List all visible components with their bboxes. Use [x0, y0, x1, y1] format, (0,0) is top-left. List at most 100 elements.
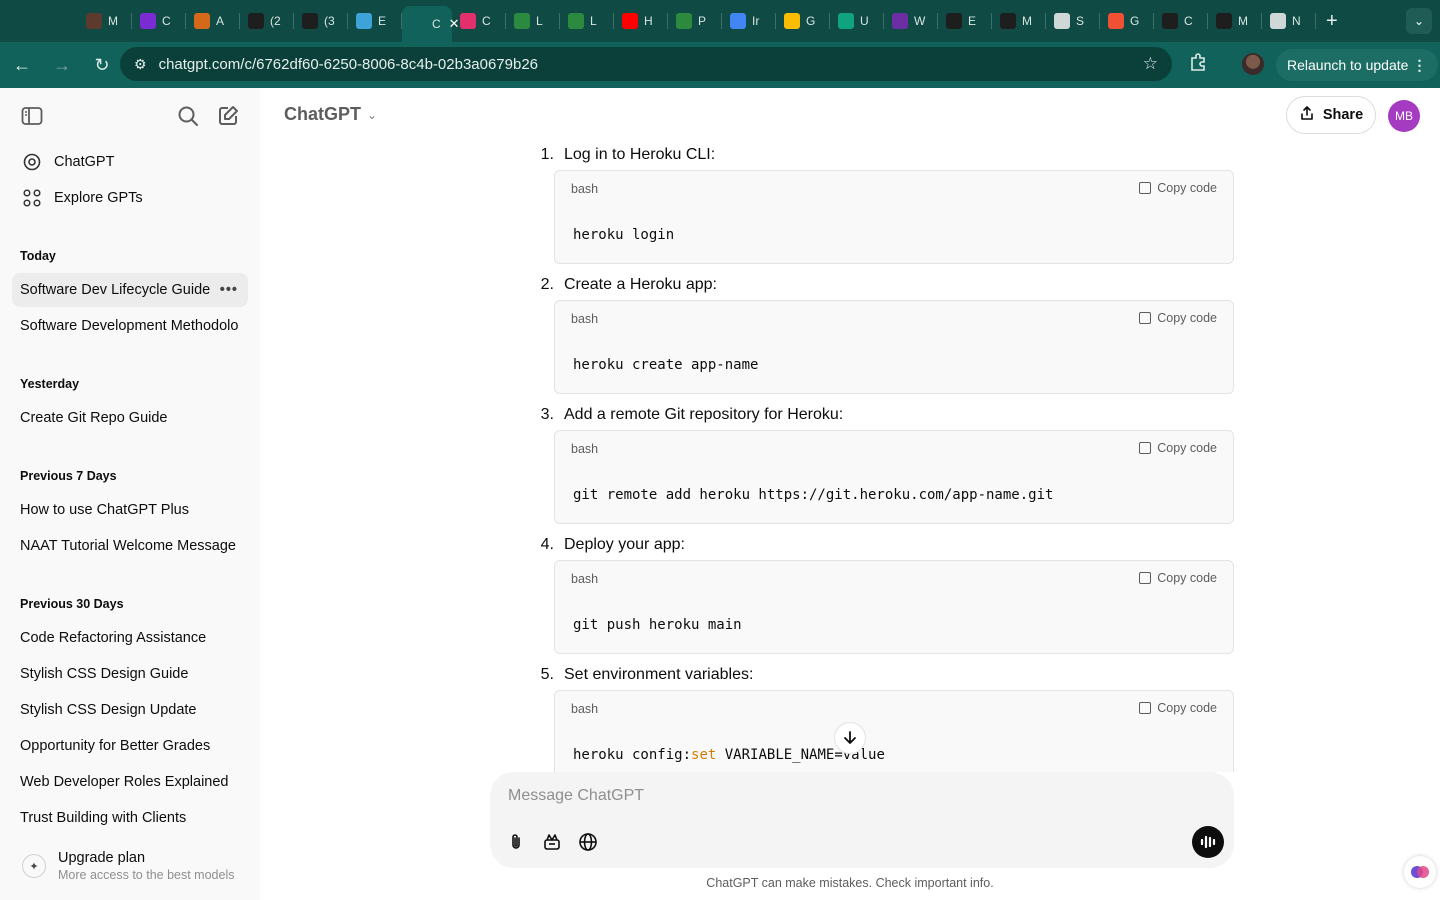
browser-tab[interactable]: M: [992, 0, 1046, 42]
globe-icon[interactable]: [576, 830, 600, 854]
message-composer: [490, 772, 1234, 868]
chat-item[interactable]: Software Dev Lifecycle Guide •••: [12, 273, 248, 307]
browser-tab[interactable]: L: [506, 0, 560, 42]
extension-widget-icon[interactable]: [1404, 856, 1436, 888]
chat-item[interactable]: Code Refactoring Assistance: [12, 621, 248, 655]
tab-favicon-icon: [946, 13, 962, 29]
copy-code-button[interactable]: Copy code: [1139, 571, 1217, 585]
forward-button[interactable]: →: [44, 47, 80, 83]
reload-button[interactable]: ↻: [84, 47, 120, 83]
copy-code-button[interactable]: Copy code: [1139, 441, 1217, 455]
copy-code-button[interactable]: Copy code: [1139, 181, 1217, 195]
relaunch-label: Relaunch to update: [1287, 57, 1409, 73]
share-button[interactable]: Share: [1286, 96, 1376, 134]
browser-tab[interactable]: E: [348, 0, 402, 42]
browser-tab[interactable]: G: [1100, 0, 1154, 42]
browser-tab[interactable]: P: [668, 0, 722, 42]
list-number: 4.: [540, 536, 554, 553]
browser-tab[interactable]: C: [1154, 0, 1208, 42]
address-bar[interactable]: ⚙ chatgpt.com/c/6762df60-6250-8006-8c4b-…: [120, 47, 1172, 81]
new-tab-icon[interactable]: +: [1326, 10, 1338, 33]
browser-profile-avatar[interactable]: [1242, 53, 1264, 75]
bookmark-star-icon[interactable]: ☆: [1143, 54, 1158, 74]
voice-mode-button[interactable]: [1192, 826, 1224, 858]
tab-title: W: [914, 14, 926, 28]
tab-title: M: [1022, 14, 1032, 28]
tab-title: C: [1184, 14, 1193, 28]
more-menu-icon: ⋮: [1412, 56, 1427, 73]
tab-favicon-icon: [248, 13, 264, 29]
tab-favicon-icon: [568, 13, 584, 29]
list-item: 1. Log in to Heroku CLI:: [530, 146, 950, 164]
openai-logo-icon: [22, 152, 42, 172]
chat-item-label: Software Development Methodolo: [20, 318, 239, 334]
search-icon[interactable]: [176, 104, 200, 128]
browser-tab[interactable]: (3: [294, 0, 348, 42]
back-button[interactable]: ←: [4, 47, 40, 83]
chat-item[interactable]: Stylish CSS Design Guide: [12, 657, 248, 691]
copy-code-label: Copy code: [1157, 441, 1217, 455]
model-selector[interactable]: ChatGPT ⌄: [284, 104, 377, 125]
browser-tab[interactable]: S: [1046, 0, 1100, 42]
message-input[interactable]: [508, 784, 1168, 808]
tab-favicon-icon: [892, 13, 908, 29]
sidebar-nav-chatgpt[interactable]: ChatGPT: [12, 145, 248, 179]
list-number: 5.: [540, 666, 554, 683]
browser-tab[interactable]: M: [78, 0, 132, 42]
tab-favicon-icon: [194, 13, 210, 29]
code-text[interactable]: git remote add heroku https://git.heroku…: [573, 487, 1053, 503]
tab-title: P: [698, 14, 707, 28]
copy-code-button[interactable]: Copy code: [1139, 311, 1217, 325]
browser-tab[interactable]: A: [186, 0, 240, 42]
scroll-to-bottom-button[interactable]: [834, 722, 866, 754]
browser-tab[interactable]: H: [614, 0, 668, 42]
tools-icon[interactable]: [540, 830, 564, 854]
browser-tab[interactable]: N: [1262, 0, 1316, 42]
tab-search-menu-button[interactable]: ⌄: [1406, 8, 1432, 34]
browser-tab[interactable]: L: [560, 0, 614, 42]
code-language-label: bash: [571, 702, 599, 716]
user-avatar[interactable]: MB: [1388, 100, 1420, 132]
new-chat-icon[interactable]: [216, 104, 240, 128]
browser-tab[interactable]: C ✕: [402, 6, 460, 42]
browser-tab[interactable]: U: [830, 0, 884, 42]
chat-item[interactable]: Web Developer Roles Explained: [12, 765, 248, 799]
chat-item[interactable]: Software Development Methodolo: [12, 309, 248, 343]
copy-code-label: Copy code: [1157, 701, 1217, 715]
copy-code-button[interactable]: Copy code: [1139, 701, 1217, 715]
sidebar-nav-explore-gpts[interactable]: Explore GPTs: [12, 181, 248, 215]
chat-item[interactable]: How to use ChatGPT Plus: [12, 493, 248, 527]
browser-tab[interactable]: (2: [240, 0, 294, 42]
code-text[interactable]: heroku create app-name: [573, 357, 758, 373]
site-settings-icon[interactable]: ⚙: [134, 56, 147, 73]
code-text[interactable]: git push heroku main: [573, 617, 742, 633]
browser-tab[interactable]: W: [884, 0, 938, 42]
chat-item[interactable]: Create Git Repo Guide: [12, 401, 248, 435]
upgrade-plan-button[interactable]: ✦ Upgrade plan More access to the best m…: [12, 844, 248, 888]
chat-options-icon[interactable]: •••: [220, 282, 238, 298]
relaunch-update-button[interactable]: Relaunch to update ⋮: [1276, 49, 1439, 81]
chat-item[interactable]: NAAT Tutorial Welcome Message: [12, 529, 248, 563]
browser-tab[interactable]: G: [776, 0, 830, 42]
list-item-text: Create a Heroku app:: [564, 276, 717, 293]
extensions-icon[interactable]: [1188, 52, 1212, 76]
toggle-sidebar-icon[interactable]: [20, 104, 44, 128]
tab-favicon-icon: [676, 13, 692, 29]
browser-tab[interactable]: C: [452, 0, 506, 42]
tab-title: G: [1130, 14, 1140, 28]
code-token: heroku login: [573, 227, 675, 243]
browser-toolbar: ← → ↻ ⚙ chatgpt.com/c/6762df60-6250-8006…: [0, 42, 1440, 88]
chat-item[interactable]: Opportunity for Better Grades: [12, 729, 248, 763]
chat-item[interactable]: Trust Building with Clients: [12, 801, 248, 835]
tab-favicon-icon: [730, 13, 746, 29]
tab-title: Ir: [752, 14, 760, 28]
browser-tab[interactable]: M: [1208, 0, 1262, 42]
browser-tab[interactable]: Ir: [722, 0, 776, 42]
browser-tab[interactable]: C: [132, 0, 186, 42]
browser-tab[interactable]: E: [938, 0, 992, 42]
code-text[interactable]: heroku login: [573, 227, 674, 243]
paperclip-icon[interactable]: [504, 830, 528, 854]
chat-item[interactable]: Stylish CSS Design Update: [12, 693, 248, 727]
code-block: bash Copy code heroku config:set VARIABLE_…: [554, 690, 1234, 772]
list-item: 3. Add a remote Git repository for Heroku…: [530, 406, 950, 424]
